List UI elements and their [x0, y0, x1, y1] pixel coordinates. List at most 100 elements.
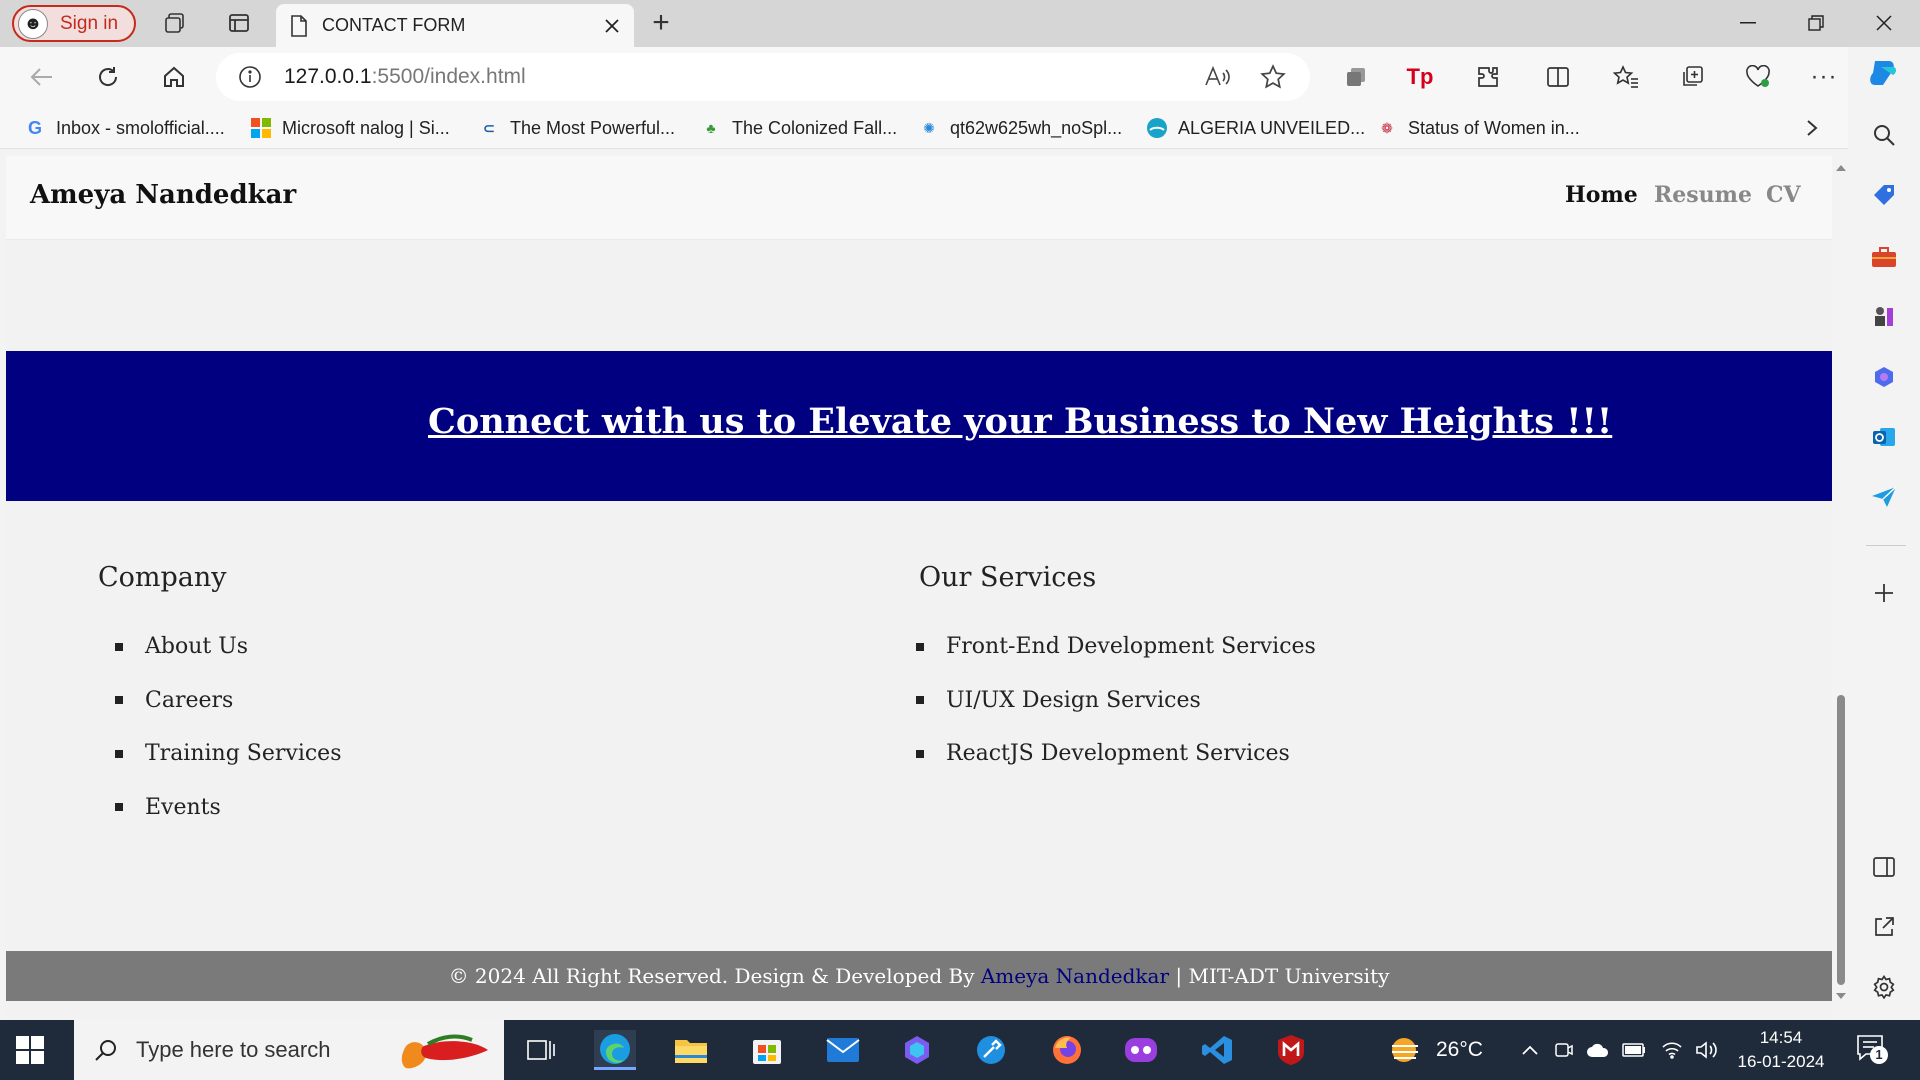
tray-onedrive-icon[interactable]	[1586, 1038, 1610, 1062]
outlook-icon[interactable]	[1870, 423, 1898, 451]
tp-extension-icon[interactable]: Tp	[1404, 61, 1436, 93]
tools-briefcase-icon[interactable]	[1870, 243, 1898, 271]
favorite-label: Status of Women in...	[1408, 117, 1580, 138]
list-item[interactable]: Events	[115, 781, 342, 835]
company-events-link[interactable]: Events	[145, 795, 221, 820]
weather-sun-icon	[1392, 1038, 1418, 1062]
collections-grey-icon[interactable]	[1340, 61, 1372, 93]
workspaces-icon[interactable]	[162, 10, 188, 36]
bullet	[916, 642, 924, 651]
games-chess-icon[interactable]	[1870, 303, 1898, 331]
taskbar-tool-app-icon[interactable]	[970, 1030, 1012, 1070]
hide-sidebar-icon[interactable]	[1870, 853, 1898, 881]
extensions-icon[interactable]	[1472, 61, 1504, 93]
send-drop-icon[interactable]	[1870, 483, 1898, 511]
site-info-icon[interactable]	[238, 65, 262, 89]
favorite-status-women[interactable]: ❁ Status of Women in...	[1376, 115, 1580, 141]
windows-taskbar: Type here to search 26°C 14:54 16-01-202…	[0, 1020, 1920, 1080]
clock-time: 14:54	[1759, 1028, 1803, 1047]
windows-start-icon[interactable]	[16, 1036, 46, 1066]
more-options-icon[interactable]: ···	[1808, 61, 1840, 93]
taskbar-file-explorer-icon[interactable]	[670, 1030, 712, 1070]
scroll-up-arrow-icon[interactable]	[1835, 164, 1847, 172]
tray-battery-icon[interactable]	[1622, 1038, 1646, 1062]
notification-center-icon[interactable]: 1	[1856, 1034, 1890, 1066]
favorite-inbox[interactable]: G Inbox - smolofficial....	[24, 115, 225, 141]
favorites-more-chevron-icon[interactable]	[1806, 115, 1818, 141]
taskbar-copilot-app-icon[interactable]	[896, 1030, 938, 1070]
site-header: Ameya Nandedkar Home Resume CV	[6, 156, 1832, 240]
copilot-icon[interactable]	[1866, 55, 1902, 91]
task-view-icon[interactable]	[520, 1030, 562, 1070]
address-bar[interactable]: 127.0.0.1:5500/index.html	[216, 53, 1310, 101]
taskbar-vscode-icon[interactable]	[1196, 1030, 1238, 1070]
url-text[interactable]: 127.0.0.1:5500/index.html	[284, 65, 526, 89]
company-training-link[interactable]: Training Services	[145, 741, 342, 766]
tray-volume-icon[interactable]	[1694, 1038, 1718, 1062]
page-scrollbar[interactable]	[1834, 160, 1848, 1005]
taskbar-discord-app-icon[interactable]	[1120, 1030, 1162, 1070]
add-sidebar-app-icon[interactable]	[1870, 579, 1898, 607]
link-site-icon: ⊂	[483, 119, 495, 136]
list-item[interactable]: ReactJS Development Services	[916, 727, 1316, 781]
external-link-icon[interactable]	[1870, 913, 1898, 941]
nav-cv-link[interactable]: CV	[1766, 182, 1801, 208]
refresh-icon[interactable]	[92, 61, 124, 93]
favorite-qt62[interactable]: ✺ qt62w625wh_noSpl...	[918, 115, 1122, 141]
favorite-star-icon[interactable]	[1260, 64, 1286, 95]
collections-icon[interactable]	[1676, 61, 1708, 93]
list-item[interactable]: UI/UX Design Services	[916, 674, 1316, 728]
favorite-label: Inbox - smolofficial....	[56, 117, 225, 138]
taskbar-edge-icon[interactable]	[594, 1030, 636, 1070]
minimize-icon[interactable]	[1728, 8, 1768, 38]
sign-in-button[interactable]: ☻ Sign in	[12, 5, 136, 42]
taskbar-clock[interactable]: 14:54 16-01-2024	[1736, 1026, 1826, 1074]
service-reactjs-link[interactable]: ReactJS Development Services	[946, 741, 1290, 766]
footer-author-link[interactable]: Ameya Nandedkar	[981, 964, 1169, 988]
list-item[interactable]: Front-End Development Services	[916, 620, 1316, 674]
tray-wifi-icon[interactable]	[1660, 1038, 1684, 1062]
shopping-tag-icon[interactable]	[1870, 181, 1898, 209]
restore-icon[interactable]	[1796, 8, 1836, 38]
settings-gear-icon[interactable]	[1870, 973, 1898, 1001]
site-brand[interactable]: Ameya Nandedkar	[30, 180, 296, 210]
cta-banner-link[interactable]: Connect with us to Elevate your Business…	[428, 401, 1612, 442]
scroll-thumb[interactable]	[1837, 695, 1845, 985]
split-screen-icon[interactable]	[1542, 61, 1574, 93]
service-uiux-link[interactable]: UI/UX Design Services	[946, 688, 1201, 713]
favorite-algeria[interactable]: ALGERIA UNVEILED...	[1146, 115, 1365, 141]
weather-widget[interactable]: 26°C	[1388, 1034, 1483, 1066]
favorite-most-powerful[interactable]: ⊂ The Most Powerful...	[478, 115, 675, 141]
close-window-icon[interactable]	[1864, 8, 1904, 38]
list-item[interactable]: Training Services	[115, 727, 342, 781]
favorite-microsoft[interactable]: Microsoft nalog | Si...	[250, 115, 450, 141]
new-tab-icon[interactable]: +	[646, 8, 676, 39]
list-item[interactable]: Careers	[115, 674, 342, 728]
tray-meet-icon[interactable]	[1552, 1038, 1576, 1062]
home-icon[interactable]	[158, 61, 190, 93]
taskbar-store-icon[interactable]	[746, 1030, 788, 1070]
tab-contact-form[interactable]: CONTACT FORM	[276, 4, 634, 47]
scroll-down-arrow-icon[interactable]	[1835, 992, 1847, 1000]
tray-chevron-up-icon[interactable]	[1518, 1038, 1542, 1062]
close-tab-icon[interactable]	[604, 18, 620, 34]
taskbar-mail-icon[interactable]	[822, 1030, 864, 1070]
tab-actions-icon[interactable]	[226, 10, 252, 36]
browser-essentials-icon[interactable]	[1742, 61, 1774, 93]
read-aloud-icon[interactable]	[1204, 65, 1230, 94]
office-icon[interactable]	[1870, 363, 1898, 391]
favorite-colonized[interactable]: ♣ The Colonized Fall...	[700, 115, 897, 141]
favorites-icon[interactable]	[1610, 61, 1642, 93]
list-item[interactable]: About Us	[115, 620, 342, 674]
taskbar-firefox-icon[interactable]	[1046, 1030, 1088, 1070]
service-frontend-link[interactable]: Front-End Development Services	[946, 634, 1316, 659]
back-icon[interactable]	[26, 61, 58, 93]
company-careers-link[interactable]: Careers	[145, 688, 233, 713]
search-icon[interactable]	[1870, 121, 1898, 149]
taskbar-mcafee-icon[interactable]	[1270, 1030, 1312, 1070]
nav-resume-link[interactable]: Resume	[1654, 182, 1752, 208]
company-about-link[interactable]: About Us	[145, 634, 248, 659]
taskbar-search-box[interactable]: Type here to search	[74, 1020, 504, 1080]
nav-home-link[interactable]: Home	[1565, 182, 1638, 208]
favorites-bar: G Inbox - smolofficial.... Microsoft nal…	[0, 107, 1870, 149]
